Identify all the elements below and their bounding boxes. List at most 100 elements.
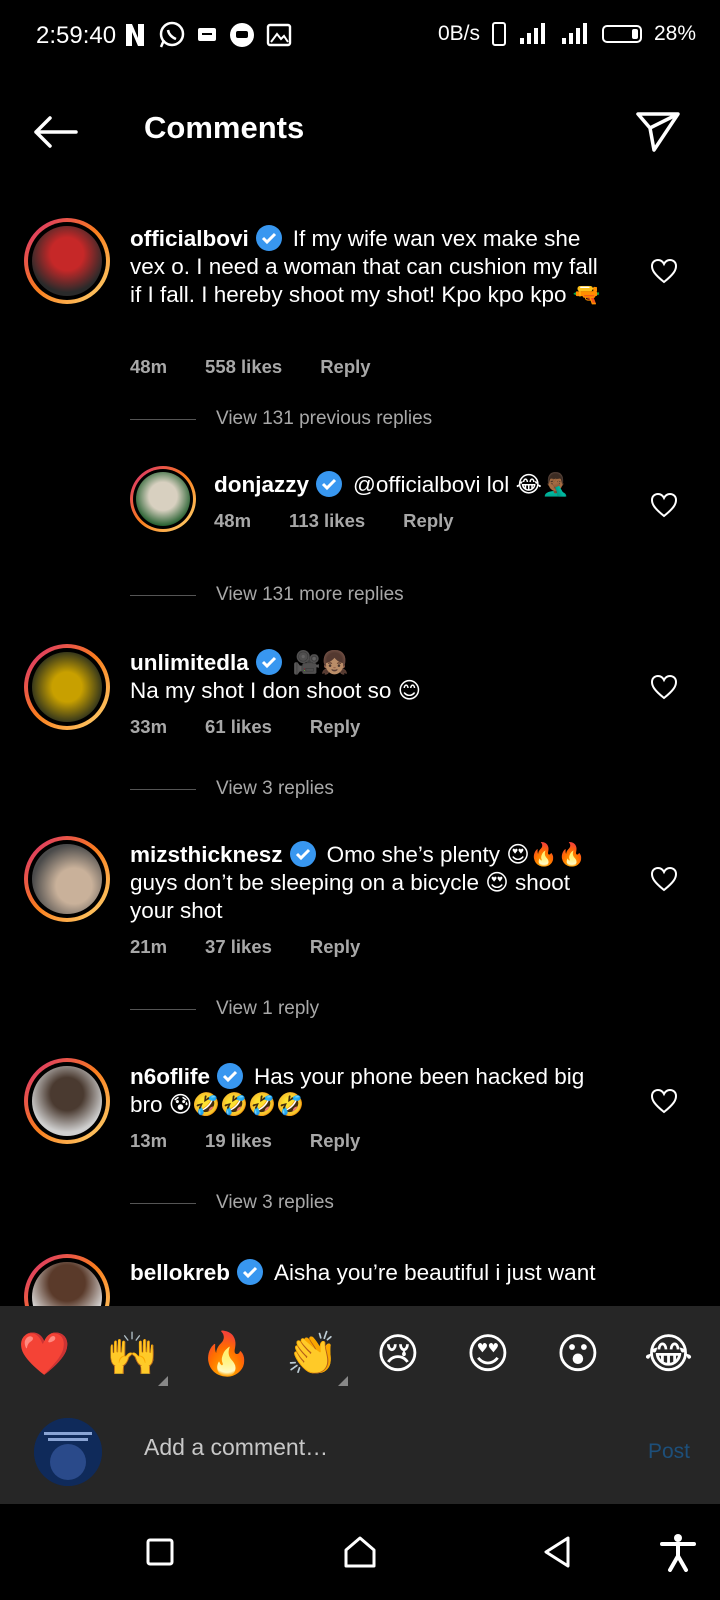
post-button[interactable]: Post <box>648 1440 690 1464</box>
like-count[interactable]: 558 likes <box>205 356 282 378</box>
username[interactable]: unlimitedla <box>130 650 249 675</box>
reply-button[interactable]: Reply <box>320 356 370 378</box>
emoji-glyph: 👏 <box>286 1330 339 1377</box>
comment-meta: 48m 113 likes Reply <box>214 510 492 532</box>
heart-icon[interactable] <box>650 492 678 518</box>
emoji-surprised-button[interactable]: 😮 <box>556 1328 600 1380</box>
status-bar: 2:59:40 0B/s 28% <box>0 0 720 72</box>
reply-button[interactable]: Reply <box>310 936 360 958</box>
like-count[interactable]: 113 likes <box>289 510 365 532</box>
whatsapp-icon <box>159 21 185 48</box>
comment-time: 48m <box>214 510 252 531</box>
verified-badge-icon <box>255 649 282 675</box>
status-notification-icons <box>122 20 292 50</box>
heart-icon[interactable] <box>650 258 678 284</box>
comment-time: 21m <box>130 936 168 957</box>
status-right: 0B/s 28% <box>438 22 696 46</box>
emoji-clap-button[interactable]: 👏 <box>286 1328 349 1386</box>
skin-tone-indicator <box>338 1376 349 1386</box>
reply-button[interactable]: Reply <box>403 510 453 532</box>
back-arrow-icon[interactable] <box>30 112 80 152</box>
verified-badge-icon <box>255 225 282 251</box>
network-speed: 0B/s <box>437 22 480 45</box>
username[interactable]: donjazzy <box>214 472 309 497</box>
avatar[interactable] <box>24 1058 110 1144</box>
heart-icon[interactable] <box>650 674 678 700</box>
comment-time: 33m <box>130 716 168 737</box>
emoji-joy-button[interactable]: 😂 <box>644 1328 693 1380</box>
battery-icon <box>601 25 642 43</box>
system-nav-bar <box>0 1504 720 1600</box>
view-replies-button[interactable]: View 1 reply <box>130 998 319 1020</box>
comment-body: mizsthicknesz Omo she’s plenty 😍🔥🔥 guys d… <box>130 840 610 925</box>
comment-text: @officialbovi lol 😂🤦🏾‍♂️ <box>353 472 570 497</box>
verified-badge-icon <box>217 1063 244 1089</box>
verified-badge-icon <box>289 841 316 867</box>
emoji-heart-eyes-button[interactable]: 😍 <box>466 1328 510 1380</box>
avatar[interactable] <box>24 836 110 922</box>
avatar[interactable] <box>24 644 110 730</box>
comment-meta: 33m 61 likes Reply <box>130 716 398 738</box>
comment-meta: 13m 19 likes Reply <box>130 1130 398 1152</box>
comments-header: Comments <box>0 92 720 168</box>
avatar[interactable] <box>130 466 196 532</box>
comments-list[interactable]: officialbovi If my wife wan vex make she … <box>0 208 720 1306</box>
send-icon[interactable] <box>634 106 682 154</box>
comment-time: 13m <box>130 1130 168 1151</box>
page-title: Comments <box>144 110 305 145</box>
status-time: 2:59:40 <box>36 22 117 49</box>
accessibility-icon[interactable] <box>658 1532 698 1572</box>
emoji-fire-button[interactable]: 🔥 <box>200 1328 252 1380</box>
reply-button[interactable]: Reply <box>310 1130 360 1152</box>
signal-icon-2 <box>561 23 587 44</box>
view-replies-button[interactable]: View 3 replies <box>130 778 334 800</box>
netflix-icon <box>126 24 144 46</box>
skin-tone-indicator <box>158 1376 169 1386</box>
view-replies-button[interactable]: View 3 replies <box>130 1192 334 1214</box>
comment-input[interactable]: Add a comment… <box>144 1434 328 1461</box>
recents-icon[interactable] <box>140 1532 180 1572</box>
emoji-glyph: 🙌 <box>106 1330 159 1377</box>
username[interactable]: officialbovi <box>130 226 249 251</box>
avatar[interactable] <box>24 1254 110 1306</box>
comment-meta: 21m 37 likes Reply <box>130 936 398 958</box>
comment-text: Na my shot I don shoot so 😊 <box>130 678 422 703</box>
emoji-crying-button[interactable]: 😢 <box>376 1328 420 1380</box>
battery-level: 28% <box>653 22 696 45</box>
view-replies-label: View 131 previous replies <box>216 408 433 429</box>
back-nav-icon[interactable] <box>538 1532 578 1572</box>
heart-icon[interactable] <box>650 1088 678 1114</box>
my-avatar <box>34 1418 102 1486</box>
comment-body: officialbovi If my wife wan vex make she … <box>130 224 610 309</box>
like-count[interactable]: 19 likes <box>205 1130 272 1152</box>
comment-body: bellokreb Aisha you’re beautiful i just w… <box>130 1258 610 1287</box>
view-replies-button[interactable]: View 131 previous replies <box>130 408 432 430</box>
comment-body: n6oflife Has your phone been hacked big b… <box>130 1062 610 1119</box>
phone-icon <box>491 22 506 46</box>
view-replies-label: View 1 reply <box>216 998 320 1019</box>
emoji-heart-button[interactable]: ❤️ <box>18 1328 70 1380</box>
emoji-quick-bar: ❤️ 🙌 🔥 👏 😢 😍 😮 😂 <box>0 1306 720 1404</box>
avatar[interactable] <box>24 218 110 304</box>
comment-text: 🎥👧🏽 <box>292 650 349 675</box>
chat-bubble-icon <box>230 23 254 47</box>
comment-composer: Add a comment… Post <box>0 1404 720 1504</box>
view-replies-label: View 3 replies <box>216 1192 334 1213</box>
username[interactable]: mizsthicknesz <box>130 842 283 867</box>
like-count[interactable]: 37 likes <box>205 936 272 958</box>
gallery-icon <box>266 23 292 47</box>
view-replies-button[interactable]: View 131 more replies <box>130 584 404 606</box>
view-replies-label: View 3 replies <box>216 778 334 799</box>
view-replies-label: View 131 more replies <box>216 584 404 605</box>
username[interactable]: n6oflife <box>130 1064 210 1089</box>
signal-icon <box>519 23 545 44</box>
like-count[interactable]: 61 likes <box>205 716 272 738</box>
username[interactable]: bellokreb <box>130 1260 230 1285</box>
emoji-raised-hands-button[interactable]: 🙌 <box>106 1328 169 1386</box>
verified-badge-icon <box>316 471 343 497</box>
home-icon[interactable] <box>340 1532 380 1572</box>
comment-meta: 48m 558 likes Reply <box>130 356 409 378</box>
reply-button[interactable]: Reply <box>310 716 360 738</box>
heart-icon[interactable] <box>650 866 678 892</box>
comment-body: unlimitedla 🎥👧🏽 Na my shot I don shoot so… <box>130 648 610 705</box>
